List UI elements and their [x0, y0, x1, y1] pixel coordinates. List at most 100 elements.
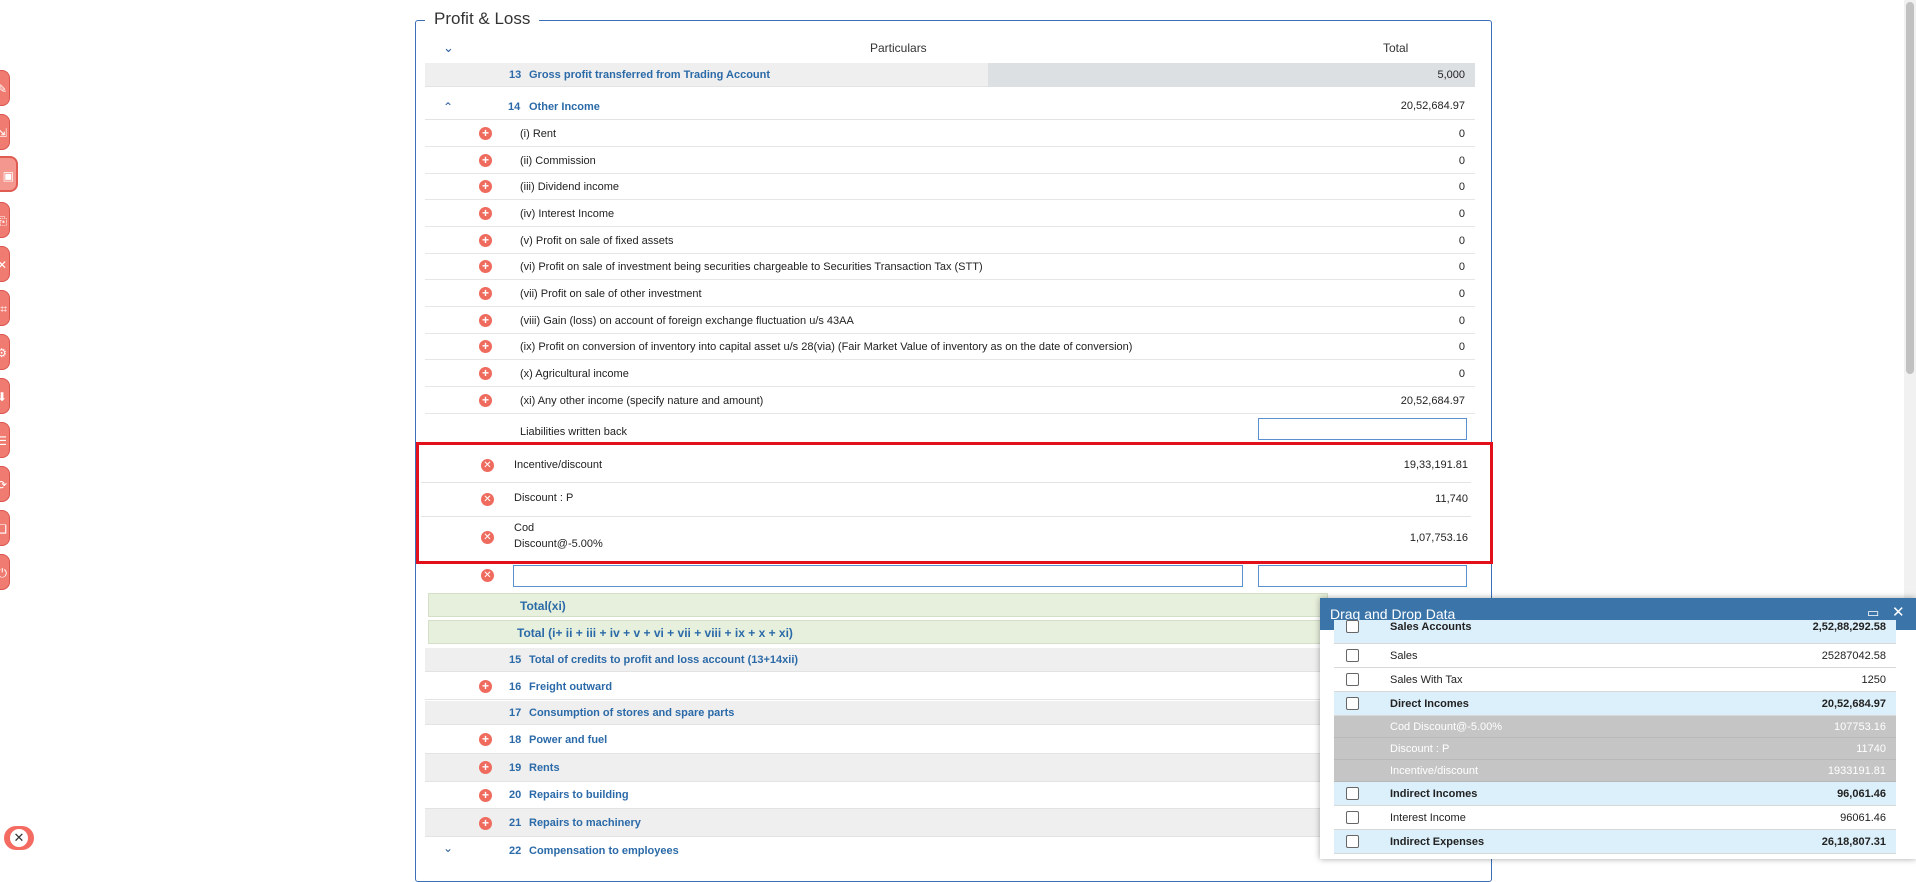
- xi-entry-row: ✕ Cod Discount@-5.00% 1,07,753.16: [421, 518, 1471, 558]
- dd-group-row[interactable]: Sales Accounts 2,52,88,292.58: [1334, 620, 1896, 644]
- dd-row-amount: 2,52,88,292.58: [1812, 621, 1886, 633]
- checkbox[interactable]: [1346, 787, 1359, 800]
- x-circle-icon[interactable]: ✕: [481, 493, 494, 506]
- item-label: (iii) Dividend income: [520, 181, 620, 193]
- side-tool-button[interactable]: ⏻: [0, 554, 10, 590]
- checkbox[interactable]: [1346, 811, 1359, 824]
- x-circle-icon[interactable]: ✕: [481, 459, 494, 472]
- item-value: 0: [1458, 261, 1465, 273]
- item-label: (vi) Profit on sale of investment being …: [520, 261, 983, 273]
- row-number: 21: [509, 817, 522, 829]
- item-label: (iv) Interest Income: [520, 208, 615, 220]
- dd-item-row[interactable]: Interest Income 96061.46: [1334, 806, 1896, 830]
- other-income-item: + (v) Profit on sale of fixed assets 0: [425, 228, 1475, 254]
- checkbox[interactable]: [1346, 673, 1359, 686]
- plus-circle-icon[interactable]: +: [479, 127, 492, 140]
- side-tool-button[interactable]: ⌗: [0, 290, 10, 326]
- dd-row-name: Interest Income: [1390, 812, 1466, 824]
- plus-circle-icon[interactable]: +: [479, 817, 492, 830]
- side-tool-button[interactable]: ⚙: [0, 334, 10, 370]
- dd-row-name: Indirect Expenses: [1390, 836, 1485, 848]
- plus-circle-icon[interactable]: +: [479, 260, 492, 273]
- plus-circle-icon[interactable]: +: [479, 680, 492, 693]
- row-number: 22: [509, 845, 522, 857]
- side-tool-button[interactable]: ⎘: [0, 202, 10, 238]
- item-value: 0: [1458, 368, 1465, 380]
- plus-circle-icon[interactable]: +: [479, 207, 492, 220]
- chevron-down-icon[interactable]: ⌄: [443, 841, 453, 855]
- checkbox[interactable]: [1346, 620, 1359, 633]
- item-value: 0: [1458, 288, 1465, 300]
- dd-item-row[interactable]: Sales With Tax 1250: [1334, 668, 1896, 692]
- plus-circle-icon[interactable]: +: [479, 180, 492, 193]
- side-tool-button[interactable]: ⇲: [0, 114, 10, 150]
- item-label: (xi) Any other income (specify nature an…: [520, 395, 764, 407]
- row-19: + 19 Rents: [425, 754, 1475, 782]
- dd-row-amount: 96,061.46: [1837, 788, 1886, 800]
- plus-circle-icon[interactable]: +: [479, 367, 492, 380]
- dd-item-row[interactable]: Sales 25287042.58: [1334, 644, 1896, 668]
- checkbox[interactable]: [1346, 697, 1359, 710]
- close-icon[interactable]: ✕: [1892, 603, 1905, 621]
- row-14: ⌃ 14 Other Income 20,52,684.97: [425, 92, 1475, 120]
- scroll-thumb[interactable]: [1906, 2, 1914, 374]
- item-label: (i) Rent: [520, 128, 557, 140]
- x-circle-icon[interactable]: ✕: [481, 569, 494, 582]
- side-tool-button[interactable]: ✎: [0, 70, 10, 106]
- plus-circle-icon[interactable]: +: [479, 733, 492, 746]
- dd-row-name: Sales: [1390, 650, 1418, 662]
- xi-entry-row: ✕ Incentive/discount 19,33,191.81: [421, 450, 1471, 483]
- close-fab-button[interactable]: ✕: [4, 826, 34, 850]
- dd-group-row[interactable]: Indirect Incomes 96,061.46: [1334, 782, 1896, 806]
- dd-row-amount: 11740: [1856, 743, 1886, 755]
- row-number: 15: [509, 654, 522, 666]
- new-entry-amount-input[interactable]: [1258, 565, 1467, 587]
- entry-label: Incentive/discount: [514, 459, 603, 471]
- total-xi-label: Total(xi): [520, 599, 566, 613]
- row-number: 19: [509, 762, 522, 774]
- new-entry-description-input[interactable]: [513, 565, 1243, 587]
- drag-drop-window[interactable]: Drag and Drop Data ▭ ✕ Sales Accounts 2,…: [1320, 598, 1916, 859]
- chevron-down-icon[interactable]: ⌄: [443, 40, 454, 56]
- item-value: 0: [1458, 181, 1465, 193]
- plus-circle-icon[interactable]: +: [479, 394, 492, 407]
- row-label: Compensation to employees: [529, 845, 679, 857]
- dd-row-name: Incentive/discount: [1390, 765, 1479, 777]
- plus-circle-icon[interactable]: +: [479, 234, 492, 247]
- chevron-up-icon[interactable]: ⌃: [443, 100, 453, 114]
- dd-group-row[interactable]: Direct Incomes 20,52,684.97: [1334, 692, 1896, 716]
- entry-value: 1,07,753.16: [1409, 532, 1468, 544]
- row-label: Other Income: [529, 101, 600, 113]
- side-tool-button[interactable]: ✕: [0, 246, 10, 282]
- maximize-icon[interactable]: ▭: [1867, 605, 1879, 621]
- plus-circle-icon[interactable]: +: [479, 154, 492, 167]
- row-16: + 16 Freight outward: [425, 674, 1475, 700]
- row-13: 13 Gross profit transferred from Trading…: [425, 63, 1475, 87]
- other-income-item: + (vii) Profit on sale of other investme…: [425, 281, 1475, 307]
- other-income-item: + (ii) Commission 0: [425, 148, 1475, 174]
- checkbox[interactable]: [1346, 649, 1359, 662]
- checkbox[interactable]: [1346, 835, 1359, 848]
- liabilities-label: Liabilities written back: [520, 426, 627, 438]
- row-20: + 20 Repairs to building: [425, 782, 1475, 809]
- dd-selected-row[interactable]: Incentive/discount 1933191.81: [1334, 760, 1896, 782]
- side-tool-button[interactable]: ▣: [0, 156, 18, 192]
- x-circle-icon[interactable]: ✕: [481, 531, 494, 544]
- plus-circle-icon[interactable]: +: [479, 761, 492, 774]
- dd-selected-row[interactable]: Cod Discount@-5.00% 107753.16: [1334, 716, 1896, 738]
- plus-circle-icon[interactable]: +: [479, 287, 492, 300]
- side-tool-button[interactable]: ⟳: [0, 466, 10, 502]
- item-label: (v) Profit on sale of fixed assets: [520, 235, 674, 247]
- plus-circle-icon[interactable]: +: [479, 314, 492, 327]
- plus-circle-icon[interactable]: +: [479, 789, 492, 802]
- side-tool-button[interactable]: ❏: [0, 510, 10, 546]
- item-value: 0: [1458, 341, 1465, 353]
- dd-selected-row[interactable]: Discount : P 11740: [1334, 738, 1896, 760]
- dd-group-row[interactable]: Indirect Expenses 26,18,807.31: [1334, 830, 1896, 854]
- other-income-item: + (ix) Profit on conversion of inventory…: [425, 334, 1475, 360]
- liabilities-amount-input[interactable]: [1258, 418, 1467, 440]
- side-tool-button[interactable]: ⬇: [0, 378, 10, 414]
- side-tool-button[interactable]: ☰: [0, 422, 10, 458]
- plus-circle-icon[interactable]: +: [479, 340, 492, 353]
- item-value: 20,52,684.97: [1400, 395, 1465, 407]
